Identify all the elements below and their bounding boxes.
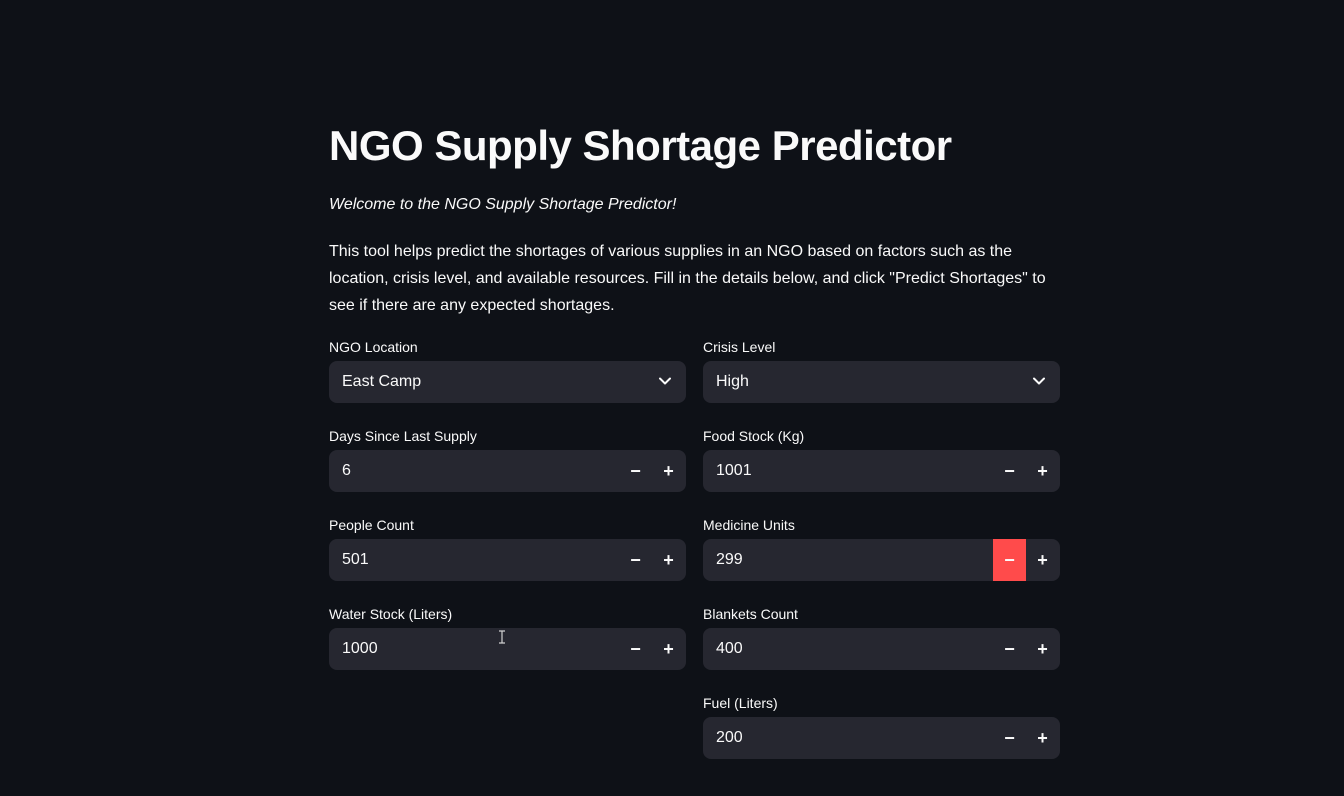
decrement-button[interactable]: − (619, 450, 652, 492)
days-since-supply-label: Days Since Last Supply (329, 428, 477, 444)
fuel-label: Fuel (Liters) (703, 695, 778, 711)
days-since-supply-input[interactable]: 6 − + (329, 450, 686, 492)
crisis-level-select[interactable]: High (703, 361, 1060, 403)
fuel-input[interactable]: 200 − + (703, 717, 1060, 759)
increment-button[interactable]: + (1026, 717, 1059, 759)
blankets-count-label: Blankets Count (703, 606, 798, 622)
crisis-level-value: High (716, 373, 749, 390)
blankets-count-field: Blankets Count 400 − + (703, 604, 1060, 670)
decrement-button[interactable]: − (993, 539, 1026, 581)
medicine-units-label: Medicine Units (703, 517, 795, 533)
medicine-units-field: Medicine Units 299 − + (703, 515, 1060, 581)
text-cursor-icon (499, 630, 505, 644)
food-stock-label: Food Stock (Kg) (703, 428, 805, 444)
days-since-supply-field: Days Since Last Supply 6 − + (329, 426, 686, 492)
decrement-button[interactable]: − (993, 450, 1026, 492)
blankets-count-value[interactable]: 400 (716, 628, 743, 670)
decrement-button[interactable]: − (993, 717, 1026, 759)
water-stock-value[interactable]: 1000 (342, 628, 378, 670)
days-since-supply-value[interactable]: 6 (342, 450, 351, 492)
welcome-text: Welcome to the NGO Supply Shortage Predi… (329, 196, 677, 213)
chevron-down-icon (1033, 377, 1045, 385)
medicine-units-value[interactable]: 299 (716, 539, 743, 581)
description-text: This tool helps predict the shortages of… (329, 243, 1046, 314)
blankets-count-input[interactable]: 400 − + (703, 628, 1060, 670)
increment-button[interactable]: + (652, 539, 685, 581)
decrement-button[interactable]: − (619, 539, 652, 581)
decrement-button[interactable]: − (993, 628, 1026, 670)
ngo-location-label: NGO Location (329, 339, 418, 355)
chevron-down-icon (659, 377, 671, 385)
food-stock-value[interactable]: 1001 (716, 450, 752, 492)
ngo-location-field: NGO Location East Camp (329, 337, 686, 403)
people-count-input[interactable]: 501 − + (329, 539, 686, 581)
increment-button[interactable]: + (1026, 539, 1059, 581)
fuel-value[interactable]: 200 (716, 717, 743, 759)
increment-button[interactable]: + (652, 450, 685, 492)
people-count-value[interactable]: 501 (342, 539, 369, 581)
page-title: NGO Supply Shortage Predictor (329, 122, 952, 169)
increment-button[interactable]: + (652, 628, 685, 670)
decrement-button[interactable]: − (619, 628, 652, 670)
water-stock-input[interactable]: 1000 − + (329, 628, 686, 670)
crisis-level-label: Crisis Level (703, 339, 776, 355)
people-count-label: People Count (329, 517, 414, 533)
people-count-field: People Count 501 − + (329, 515, 686, 581)
medicine-units-input[interactable]: 299 − + (703, 539, 1060, 581)
ngo-location-select[interactable]: East Camp (329, 361, 686, 403)
food-stock-input[interactable]: 1001 − + (703, 450, 1060, 492)
water-stock-label: Water Stock (Liters) (329, 606, 453, 622)
food-stock-field: Food Stock (Kg) 1001 − + (703, 426, 1060, 492)
increment-button[interactable]: + (1026, 628, 1059, 670)
fuel-field: Fuel (Liters) 200 − + (703, 693, 1060, 759)
ngo-location-value: East Camp (342, 373, 422, 390)
increment-button[interactable]: + (1026, 450, 1059, 492)
water-stock-field: Water Stock (Liters) 1000 − + (329, 604, 686, 670)
crisis-level-field: Crisis Level High (703, 337, 1060, 403)
